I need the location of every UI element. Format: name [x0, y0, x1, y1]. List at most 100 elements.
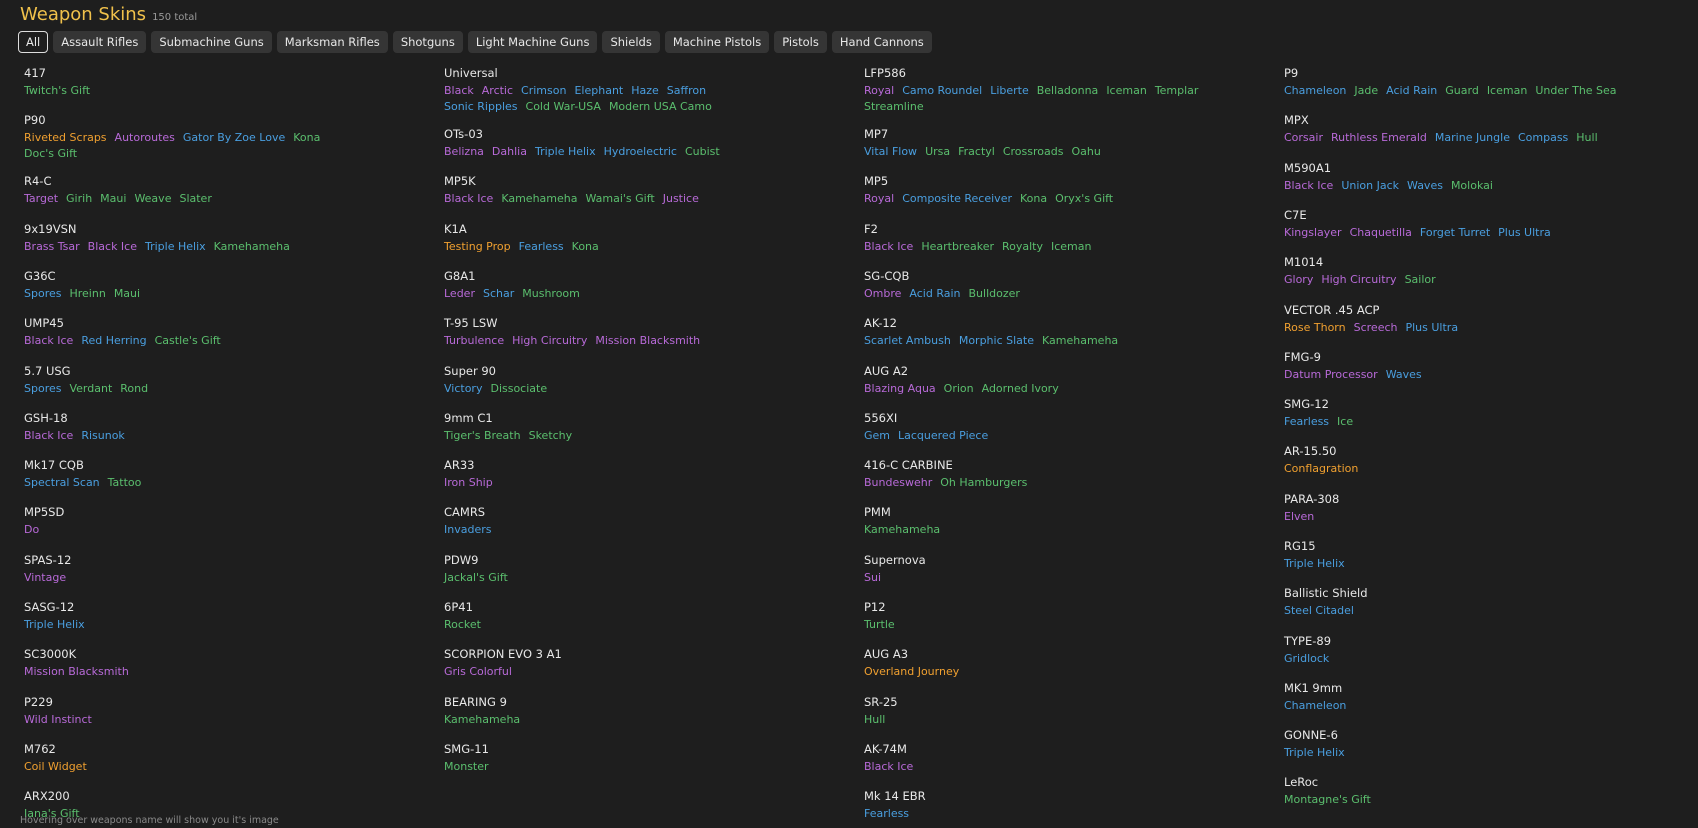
filter-assault-rifles[interactable]: Assault Rifles: [53, 31, 147, 53]
filter-hand-cannons[interactable]: Hand Cannons: [831, 31, 932, 53]
skin-label: Kingslayer: [1284, 226, 1342, 239]
weapon-name[interactable]: Super 90: [444, 364, 555, 378]
skin-list: Leder Schar Mushroom: [444, 285, 588, 301]
skin-label: Belizna: [444, 145, 484, 158]
filter-pistols[interactable]: Pistols: [774, 31, 827, 53]
weapon-name[interactable]: AUG A2: [864, 364, 1067, 378]
weapon-name[interactable]: G36C: [24, 269, 148, 283]
skin-label: Target: [24, 192, 59, 205]
weapon-name[interactable]: K1A: [444, 222, 607, 236]
weapon-name[interactable]: AK-12: [864, 316, 1126, 330]
skin-label: Adorned Ivory: [981, 382, 1059, 395]
weapon-name[interactable]: OTs-03: [444, 127, 728, 141]
weapon-item: Supernova Sui: [864, 553, 926, 585]
weapon-name[interactable]: M762: [24, 742, 95, 756]
weapon-name[interactable]: SG-CQB: [864, 269, 1028, 283]
skin-label: Liberte: [990, 84, 1029, 97]
weapon-name[interactable]: T-95 LSW: [444, 316, 708, 330]
weapon-name[interactable]: Supernova: [864, 553, 926, 567]
skin-label: Sailor: [1404, 273, 1436, 286]
weapon-name[interactable]: GSH-18: [24, 411, 133, 425]
skin-list: Kamehameha: [444, 711, 528, 727]
weapon-name[interactable]: PMM: [864, 505, 948, 519]
skin-label: Weave: [134, 192, 172, 205]
weapon-name[interactable]: G8A1: [444, 269, 588, 283]
weapon-name[interactable]: M1014: [1284, 255, 1444, 269]
weapon-name[interactable]: 6P41: [444, 600, 489, 614]
weapon-name[interactable]: P12: [864, 600, 903, 614]
weapon-name[interactable]: RG15: [1284, 539, 1353, 553]
weapon-name[interactable]: SR-25: [864, 695, 898, 709]
filter-shields[interactable]: Shields: [602, 31, 660, 53]
weapon-name[interactable]: FMG-9: [1284, 350, 1430, 364]
weapon-name[interactable]: SC3000K: [24, 647, 137, 661]
weapon-name[interactable]: MP5K: [444, 174, 707, 188]
weapon-name[interactable]: TYPE-89: [1284, 634, 1337, 648]
weapon-name[interactable]: 417: [24, 66, 98, 80]
weapon-name[interactable]: Mk17 CQB: [24, 458, 149, 472]
filter-submachine-guns[interactable]: Submachine Guns: [151, 31, 272, 53]
weapon-name[interactable]: 9mm C1: [444, 411, 580, 425]
weapon-name[interactable]: MP7: [864, 127, 1109, 141]
weapon-name[interactable]: SASG-12: [24, 600, 93, 614]
weapon-name[interactable]: MP5SD: [24, 505, 64, 519]
weapon-name[interactable]: LFP586: [864, 66, 1206, 80]
weapon-name[interactable]: M590A1: [1284, 161, 1501, 175]
filter-marksman-rifles[interactable]: Marksman Rifles: [276, 31, 388, 53]
weapon-name[interactable]: 416-C CARBINE: [864, 458, 1035, 472]
weapon-name[interactable]: Ballistic Shield: [1284, 586, 1368, 600]
filter-light-machine-guns[interactable]: Light Machine Guns: [467, 31, 598, 53]
weapon-name[interactable]: P9: [1284, 66, 1625, 80]
weapon-name[interactable]: AR33: [444, 458, 501, 472]
weapon-name[interactable]: AK-74M: [864, 742, 921, 756]
skin-label: Black Ice: [864, 240, 914, 253]
filter-all[interactable]: All: [18, 31, 49, 53]
weapon-name[interactable]: PDW9: [444, 553, 516, 567]
weapon-name[interactable]: LeRoc: [1284, 775, 1379, 789]
skin-label: Ursa: [925, 145, 951, 158]
skin-label: Rond: [120, 382, 149, 395]
weapon-item: 9x19VSN Brass Tsar Black Ice Triple Helix Ka…: [24, 222, 298, 254]
filter-shotguns[interactable]: Shotguns: [392, 31, 463, 53]
weapon-name[interactable]: 556XI: [864, 411, 996, 425]
weapon-name[interactable]: MP5: [864, 174, 1121, 188]
skin-list: Scarlet Ambush Morphic Slate Kamehameha: [864, 332, 1126, 348]
weapon-name[interactable]: P90: [24, 113, 328, 127]
weapon-name[interactable]: VECTOR .45 ACP: [1284, 303, 1466, 317]
skin-label: Waves: [1407, 179, 1443, 192]
weapon-name[interactable]: C7E: [1284, 208, 1559, 222]
weapon-name[interactable]: BEARING 9: [444, 695, 528, 709]
skin-list: Do: [24, 521, 64, 537]
weapon-name[interactable]: MPX: [1284, 113, 1606, 127]
weapon-name[interactable]: P229: [24, 695, 100, 709]
weapon-name[interactable]: SMG-12: [1284, 397, 1361, 411]
weapon-name[interactable]: Universal: [444, 66, 720, 80]
weapon-name[interactable]: SMG-11: [444, 742, 497, 756]
weapon-item: RG15 Triple Helix: [1284, 539, 1353, 571]
weapon-name[interactable]: SCORPION EVO 3 A1: [444, 647, 562, 661]
filter-machine-pistols[interactable]: Machine Pistols: [664, 31, 770, 53]
skin-list: Twitch's Gift: [24, 82, 98, 98]
weapon-name[interactable]: SPAS-12: [24, 553, 74, 567]
skin-label: Chameleon: [1284, 84, 1347, 97]
skin-label: Oahu: [1071, 145, 1101, 158]
weapon-item: MP5SD Do: [24, 505, 64, 537]
weapon-name[interactable]: AR-15.50: [1284, 444, 1366, 458]
skin-label: Morphic Slate: [958, 334, 1034, 347]
weapon-name[interactable]: UMP45: [24, 316, 229, 330]
weapon-name[interactable]: 9x19VSN: [24, 222, 298, 236]
weapon-name[interactable]: MK1 9mm: [1284, 681, 1354, 695]
weapon-name[interactable]: F2: [864, 222, 1100, 236]
weapon-name[interactable]: CAMRS: [444, 505, 499, 519]
skin-list: Glory High Circuitry Sailor: [1284, 271, 1444, 287]
weapon-name[interactable]: R4-C: [24, 174, 220, 188]
skin-list: Invaders: [444, 521, 499, 537]
weapon-name[interactable]: GONNE-6: [1284, 728, 1353, 742]
weapon-name[interactable]: 5.7 USG: [24, 364, 156, 378]
skin-list: Blazing Aqua Orion Adorned Ivory: [864, 380, 1067, 396]
skin-label: Testing Prop: [444, 240, 511, 253]
weapon-name[interactable]: ARX200: [24, 789, 88, 803]
weapon-name[interactable]: Mk 14 EBR: [864, 789, 926, 803]
weapon-name[interactable]: PARA-308: [1284, 492, 1339, 506]
weapon-name[interactable]: AUG A3: [864, 647, 967, 661]
